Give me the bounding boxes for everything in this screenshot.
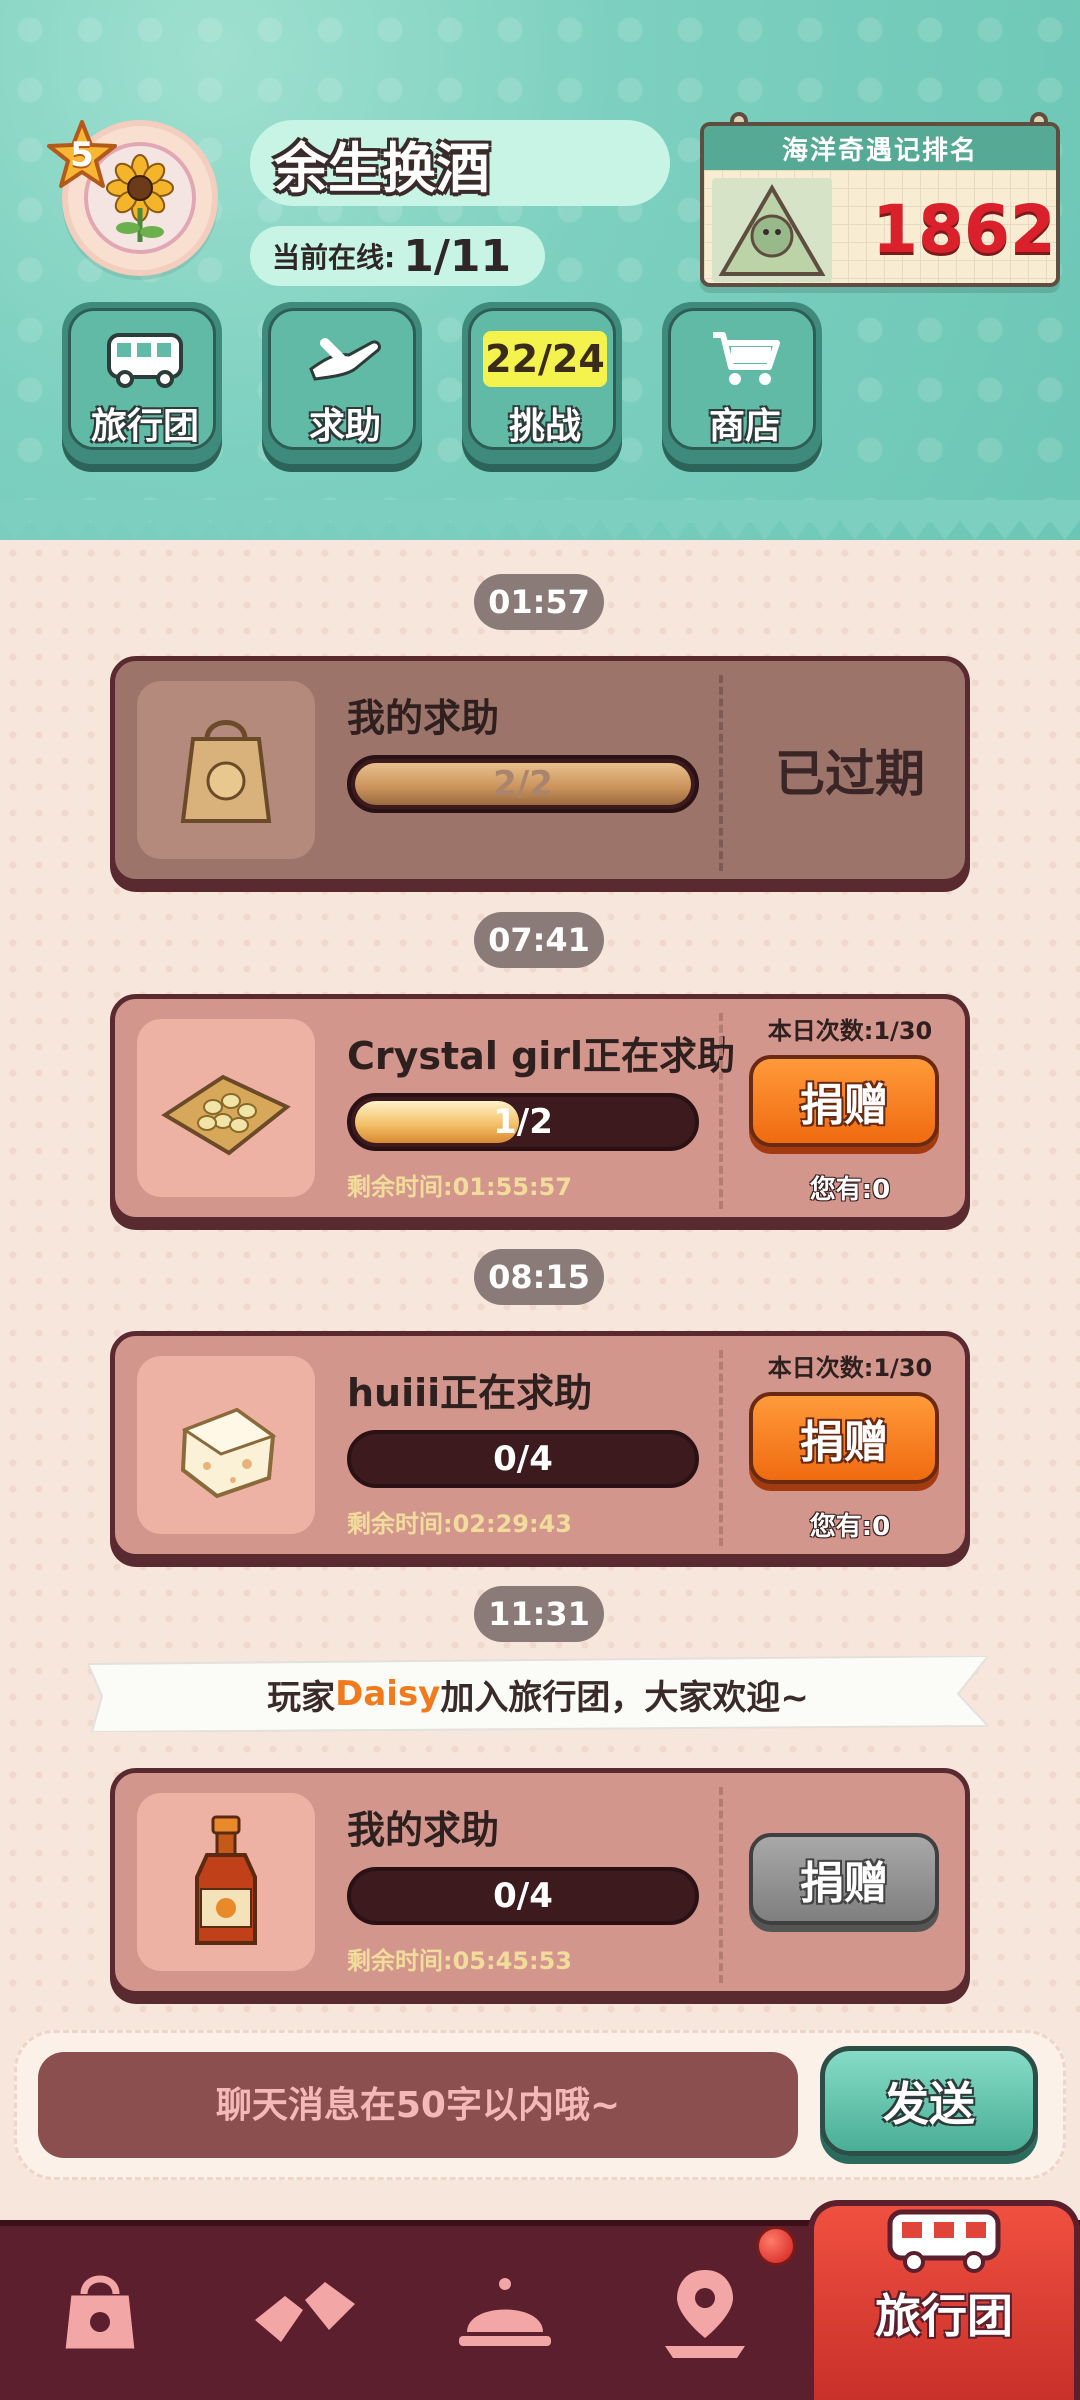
notification-dot <box>756 2226 796 2266</box>
bus-icon <box>887 2209 1001 2273</box>
dragon-badge-icon <box>712 178 832 282</box>
progress-bar: 1/2 <box>347 1093 699 1151</box>
paper-bag-icon <box>180 720 272 823</box>
map-pin-icon[interactable] <box>645 2250 765 2370</box>
progress-bar: 2/2 <box>347 755 699 813</box>
remaining-time: 剩余时间:02:29:43 <box>347 1510 572 1538</box>
timestamp: 01:57 <box>474 574 604 630</box>
menu-label: 商店 <box>708 406 781 447</box>
progress-bar: 0/4 <box>347 1867 699 1925</box>
donate-button[interactable]: 捐赠 <box>749 1055 939 1147</box>
item-thumbnail <box>137 1019 315 1197</box>
expired-status: 已过期 <box>775 745 925 803</box>
timestamp: 07:41 <box>474 912 604 968</box>
send-button[interactable]: 发送 <box>820 2046 1038 2156</box>
menu-button-help[interactable]: 求助 <box>262 302 422 464</box>
bus-icon <box>107 333 183 388</box>
remaining-time: 剩余时间:05:45:53 <box>347 1947 572 1975</box>
card-title: 我的求助 <box>347 696 500 740</box>
online-count: 当前在线: 1/11 <box>250 226 545 286</box>
card-title: Crystal girl正在求助 <box>347 1034 736 1078</box>
progress-text: 2/2 <box>493 764 553 804</box>
help-card: 我的求助 2/2 已过期 <box>110 656 970 884</box>
player-highlight: Daisy <box>335 1674 441 1714</box>
ranking-board[interactable]: 海洋奇遇记排名 1862 <box>700 122 1060 287</box>
remaining-time: 剩余时间:01:55:57 <box>347 1173 572 1201</box>
menu-button-shop[interactable]: 商店 <box>662 302 822 464</box>
menu-button-challenge[interactable]: 22/24 挑战 <box>462 302 622 464</box>
level-number: 5 <box>70 135 94 175</box>
daily-count: 本日次数:1/30 <box>767 1354 933 1382</box>
service-bell-icon[interactable] <box>445 2250 565 2370</box>
daily-count: 本日次数:1/30 <box>767 1017 933 1045</box>
help-card: Crystal girl正在求助 1/2 剩余时间:01:55:57 本日次数:… <box>110 994 970 1222</box>
menu-label: 旅行团 <box>90 406 199 447</box>
menu-label: 挑战 <box>508 406 581 447</box>
bag-icon[interactable] <box>40 2250 160 2370</box>
menu-label: 求助 <box>308 406 381 447</box>
online-value: 1/11 <box>403 230 512 282</box>
header-zigzag-edge <box>0 500 1080 540</box>
progress-text: 0/4 <box>493 1439 553 1479</box>
cart-icon <box>713 332 780 385</box>
sauce-bottle-icon <box>195 1815 257 1945</box>
card-title: huiii正在求助 <box>347 1371 593 1415</box>
chat-input[interactable] <box>38 2052 798 2158</box>
owned-count: 您有:0 <box>809 1175 891 1205</box>
card-title: 我的求助 <box>347 1808 500 1852</box>
online-label: 当前在线: <box>272 241 396 274</box>
help-card: huiii正在求助 0/4 剩余时间:02:29:43 本日次数:1/30 捐赠… <box>110 1331 970 1559</box>
nav-active-label: 旅行团 <box>875 2289 1013 2343</box>
owned-count: 您有:0 <box>809 1512 891 1542</box>
timestamp: 08:15 <box>474 1249 604 1305</box>
tofu-icon <box>180 1407 277 1499</box>
donate-button[interactable]: 捐赠 <box>749 1392 939 1484</box>
join-banner-text: 玩家 Daisy 加入旅行团，大家欢迎~ <box>267 1674 809 1718</box>
donate-button-disabled[interactable]: 捐赠 <box>749 1833 939 1925</box>
help-card: 我的求助 0/4 剩余时间:05:45:53 捐赠 <box>110 1768 970 1996</box>
timestamp: 11:31 <box>474 1586 604 1642</box>
menu-button-tour-group[interactable]: 旅行团 <box>62 302 222 464</box>
ranking-title: 海洋奇遇记排名 <box>704 126 1056 170</box>
item-thumbnail <box>137 1356 315 1534</box>
item-thumbnail <box>137 681 315 859</box>
progress-bar: 0/4 <box>347 1430 699 1488</box>
hands-icon[interactable] <box>245 2250 365 2370</box>
progress-text: 0/4 <box>493 1876 553 1916</box>
beans-icon <box>161 1074 291 1156</box>
helping-hand-icon <box>309 338 381 381</box>
challenge-counter: 22/24 <box>483 331 607 387</box>
player-name: 余生换酒 <box>250 120 670 206</box>
item-thumbnail <box>137 1793 315 1971</box>
ranking-value: 1862 <box>872 190 1056 268</box>
progress-text: 1/2 <box>493 1102 553 1142</box>
